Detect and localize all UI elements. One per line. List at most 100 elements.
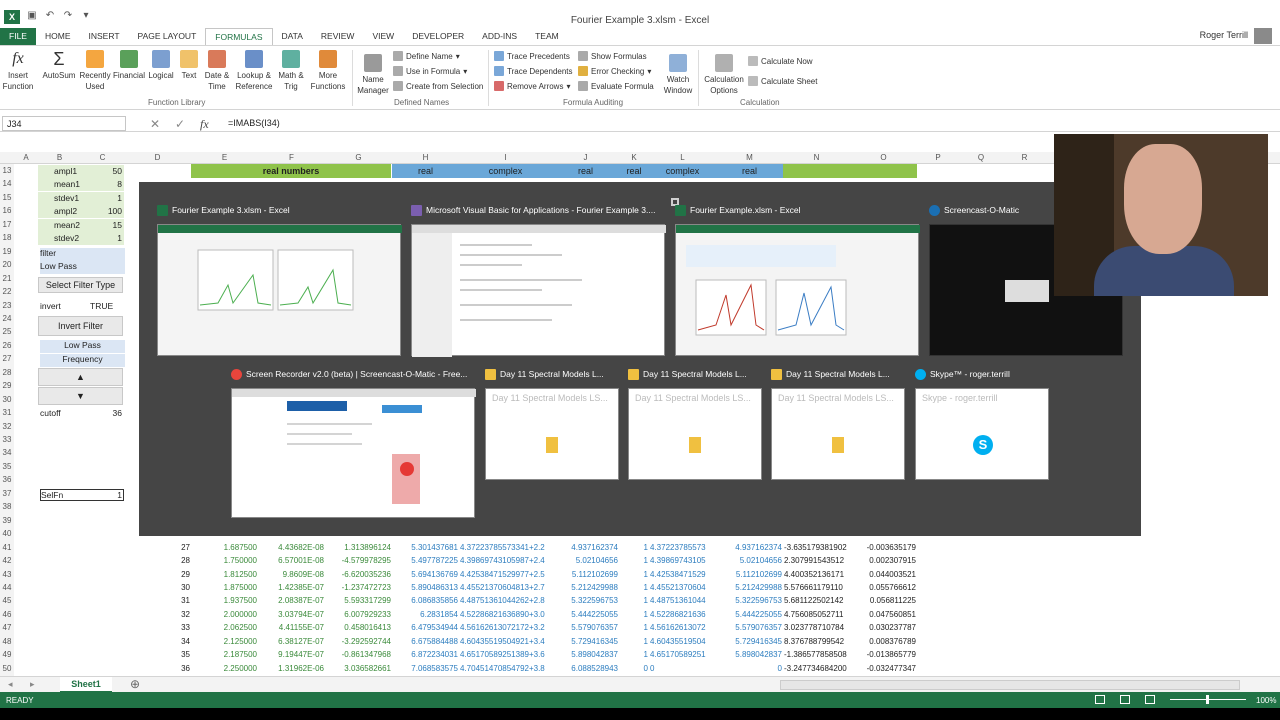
frequency-up-button[interactable]: ▲ — [38, 368, 123, 386]
frequency-down-button[interactable]: ▼ — [38, 387, 123, 405]
column-header[interactable]: E — [191, 153, 258, 162]
cell-l[interactable]: 4.37223785573 — [649, 543, 715, 552]
trace-precedents-button[interactable]: Trace Precedents — [494, 49, 570, 63]
invert-filter-button[interactable]: Invert Filter — [38, 316, 123, 336]
cell-e[interactable]: 1.875000 — [191, 583, 257, 592]
cell-l[interactable]: 4.48751361044 — [649, 596, 715, 605]
cell-k[interactable]: 1 — [619, 583, 648, 592]
cell-d[interactable]: 29 — [124, 570, 190, 579]
cell-d[interactable]: 35 — [124, 650, 190, 659]
horizontal-scrollbar[interactable] — [780, 680, 1240, 690]
cell-m[interactable]: 5.898042837 — [716, 650, 782, 659]
cell-j[interactable]: 5.579076357 — [552, 623, 618, 632]
cell-k[interactable]: 1 — [619, 623, 648, 632]
row-header[interactable]: 28 — [0, 368, 14, 377]
evaluate-formula-button[interactable]: Evaluate Formula — [578, 79, 654, 93]
tab-team[interactable]: TEAM — [526, 28, 568, 45]
cell-n[interactable]: 5.576661179110 — [783, 583, 849, 592]
row-header[interactable]: 21 — [0, 274, 14, 283]
cell-i[interactable]: 4.45521370604813+2.7 — [459, 583, 552, 592]
row-header[interactable]: 44 — [0, 583, 14, 592]
row-header[interactable]: 50 — [0, 664, 14, 673]
cell-l[interactable]: 4.45521370604 — [649, 583, 715, 592]
create-from-selection-button[interactable]: Create from Selection — [393, 79, 483, 93]
cell-n[interactable]: 4.756085052711 — [783, 610, 849, 619]
row-header[interactable]: 49 — [0, 650, 14, 659]
cell-j[interactable]: 4.937162374 — [552, 543, 618, 552]
cell-g[interactable]: 0.458016413 — [325, 623, 391, 632]
cell-n[interactable]: 3.023778710784 — [783, 623, 849, 632]
cell-n[interactable]: 2.307991543512 — [783, 556, 849, 565]
row-header[interactable]: 43 — [0, 570, 14, 579]
row-header[interactable]: 38 — [0, 502, 14, 511]
cell-o[interactable]: 0.056811225 — [850, 596, 916, 605]
cell-j[interactable]: 5.112102699 — [552, 570, 618, 579]
column-header[interactable]: N — [783, 153, 850, 162]
row-header[interactable]: 14 — [0, 179, 14, 188]
cell-h[interactable]: 6.872234031 — [392, 650, 458, 659]
cell-m[interactable]: 5.729416345 — [716, 637, 782, 646]
cell-f[interactable]: 6.57001E-08 — [258, 556, 324, 565]
cell-l[interactable]: 4.42538471529 — [649, 570, 715, 579]
cell-h[interactable]: 6.479534944 — [392, 623, 458, 632]
column-header[interactable]: A — [14, 153, 38, 162]
cell-f[interactable]: 9.8609E-08 — [258, 570, 324, 579]
logical-button[interactable]: Logical — [146, 50, 176, 81]
cell-i[interactable]: 4.65170589251389+3.6 — [459, 650, 552, 659]
cell-g[interactable]: 5.593317299 — [325, 596, 391, 605]
cell-k[interactable]: 0 — [619, 664, 648, 673]
sheet-tab-sheet1[interactable]: Sheet1 — [60, 677, 112, 693]
tab-add-ins[interactable]: ADD-INS — [473, 28, 526, 45]
row-header[interactable]: 30 — [0, 395, 14, 404]
column-header[interactable]: L — [649, 153, 716, 162]
tab-data[interactable]: DATA — [273, 28, 312, 45]
column-header[interactable]: G — [325, 153, 392, 162]
select-filter-type-button[interactable]: Select Filter Type — [38, 277, 123, 293]
cell-i[interactable]: 4.42538471529977+2.5 — [459, 570, 552, 579]
row-header[interactable]: 23 — [0, 301, 14, 310]
cell-o[interactable]: 0.002307915 — [850, 556, 916, 565]
cell-o[interactable]: 0.030237787 — [850, 623, 916, 632]
text-button[interactable]: Text — [177, 50, 201, 81]
row-header[interactable]: 13 — [0, 166, 14, 175]
cell-d[interactable]: 33 — [124, 623, 190, 632]
cell-d[interactable]: 30 — [124, 583, 190, 592]
tab-review[interactable]: REVIEW — [312, 28, 364, 45]
cell-f[interactable]: 3.03794E-07 — [258, 610, 324, 619]
cell-l[interactable]: 4.65170589251 — [649, 650, 715, 659]
user-name[interactable]: Roger Terrill — [1200, 30, 1248, 40]
cell-o[interactable]: 0.047560851 — [850, 610, 916, 619]
tab-file[interactable]: FILE — [0, 28, 36, 45]
cell-l[interactable]: 4.39869743105 — [649, 556, 715, 565]
cell-e[interactable]: 2.187500 — [191, 650, 257, 659]
cell-m[interactable]: 5.444225055 — [716, 610, 782, 619]
row-header[interactable]: 39 — [0, 516, 14, 525]
show-formulas-button[interactable]: Show Formulas — [578, 49, 647, 63]
cell-j[interactable]: 5.729416345 — [552, 637, 618, 646]
row-header[interactable]: 32 — [0, 422, 14, 431]
cell-f[interactable]: 9.19447E-07 — [258, 650, 324, 659]
cell-k[interactable]: 1 — [619, 543, 648, 552]
row-header[interactable]: 40 — [0, 529, 14, 538]
cell-g[interactable]: -1.237472723 — [325, 583, 391, 592]
cell-o[interactable]: 0.055766612 — [850, 583, 916, 592]
cell-i[interactable]: 4.70451470854792+3.8 — [459, 664, 552, 673]
cell-d[interactable]: 36 — [124, 664, 190, 673]
row-header[interactable]: 33 — [0, 435, 14, 444]
row-header[interactable]: 27 — [0, 354, 14, 363]
cell-n[interactable]: -3.635179381902 — [783, 543, 849, 552]
cell-l[interactable]: 4.52286821636 — [649, 610, 715, 619]
avatar[interactable] — [1254, 28, 1272, 44]
cell-h[interactable]: 5.301437681 — [392, 543, 458, 552]
cell-j[interactable]: 5.02104656 — [552, 556, 618, 565]
add-sheet-icon[interactable]: ⊕ — [130, 677, 140, 691]
remove-arrows-button[interactable]: Remove Arrows ▾ — [494, 79, 570, 93]
row-header[interactable]: 31 — [0, 408, 14, 417]
column-header[interactable]: M — [716, 153, 783, 162]
tab-view[interactable]: VIEW — [363, 28, 403, 45]
cell-e[interactable]: 1.687500 — [191, 543, 257, 552]
cell-g[interactable]: 3.036582661 — [325, 664, 391, 673]
cell-f[interactable]: 4.43682E-08 — [258, 543, 324, 552]
page-break-view-icon[interactable] — [1145, 695, 1155, 704]
cell-m[interactable]: 5.579076357 — [716, 623, 782, 632]
